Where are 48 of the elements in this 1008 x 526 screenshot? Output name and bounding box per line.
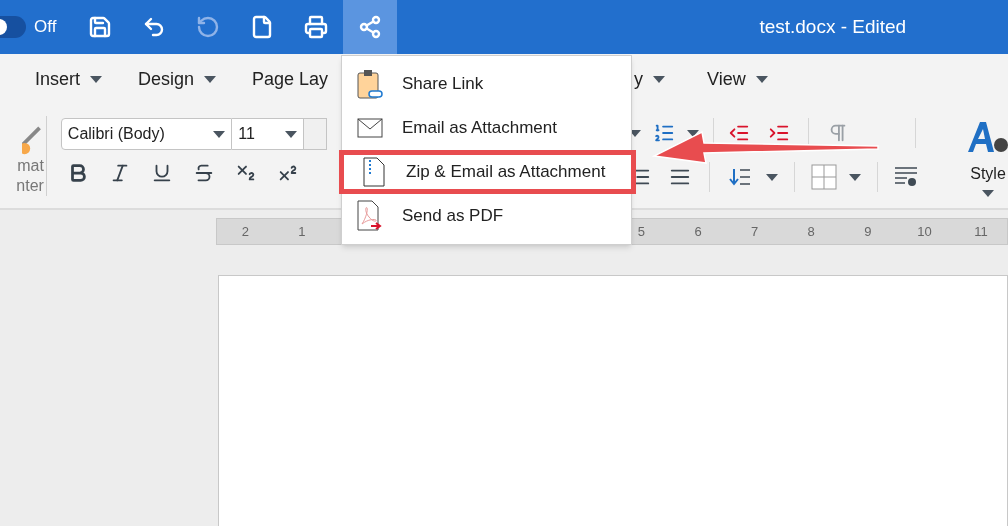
envelope-icon (357, 118, 383, 138)
ruler-number: 5 (637, 222, 646, 241)
ruler-number: 11 (974, 222, 988, 241)
caret-icon (213, 130, 226, 138)
share-button[interactable] (343, 0, 398, 54)
menu-tab[interactable]: Insert (35, 65, 103, 93)
ruler-number: 9 (864, 222, 872, 241)
numbered-list-icon[interactable] (653, 122, 675, 144)
zip-file-icon (363, 157, 385, 187)
ruler-number: 8 (807, 222, 815, 241)
caret-icon (284, 130, 297, 138)
menu-tab[interactable]: y (634, 65, 665, 93)
format-painter-label: nter (16, 176, 44, 196)
redo-icon (196, 15, 221, 39)
menu-tab[interactable]: View (707, 65, 768, 93)
format-painter-label: mat (17, 156, 44, 176)
caret-icon (653, 75, 665, 83)
window-title: test.docx - Edited (759, 14, 907, 39)
ruler-number: 2 (241, 222, 249, 241)
clipboard-link-icon (357, 69, 383, 99)
print-icon (304, 15, 329, 39)
caret-icon (90, 75, 103, 83)
pdf-file-icon (357, 200, 383, 232)
ruler-number: 7 (751, 222, 759, 241)
ruler-number: 6 (694, 222, 702, 241)
caret-icon (766, 173, 778, 181)
share-menu-item[interactable]: Send as PDF (342, 194, 631, 238)
caret-icon (204, 75, 217, 83)
toggle-label: Off (34, 16, 57, 39)
caret-icon (687, 129, 699, 137)
caret-icon (755, 75, 768, 83)
caret-icon (849, 173, 861, 181)
menu-tab[interactable]: Design (138, 65, 217, 93)
caret-icon (982, 190, 994, 197)
save-icon (88, 15, 113, 39)
share-menu-item[interactable]: Share Link (342, 62, 631, 106)
menu-tab[interactable]: Page Lay (252, 65, 329, 93)
ruler-number: 10 (917, 222, 932, 241)
font-size-dropdown[interactable]: 11 (232, 118, 304, 150)
share-icon (358, 15, 383, 39)
toolbar-field[interactable] (303, 118, 327, 150)
styles-label[interactable]: Style (970, 162, 1006, 186)
ruler-number: 1 (298, 222, 306, 241)
paragraph-settings-icon[interactable] (894, 166, 918, 188)
share-menu-item[interactable]: Zip & Email as Attachment (339, 150, 636, 194)
font-dropdown[interactable]: Calibri (Body) (60, 118, 233, 150)
paintbrush-icon[interactable] (21, 126, 44, 156)
share-menu-item[interactable]: Email as Attachment (342, 106, 631, 150)
